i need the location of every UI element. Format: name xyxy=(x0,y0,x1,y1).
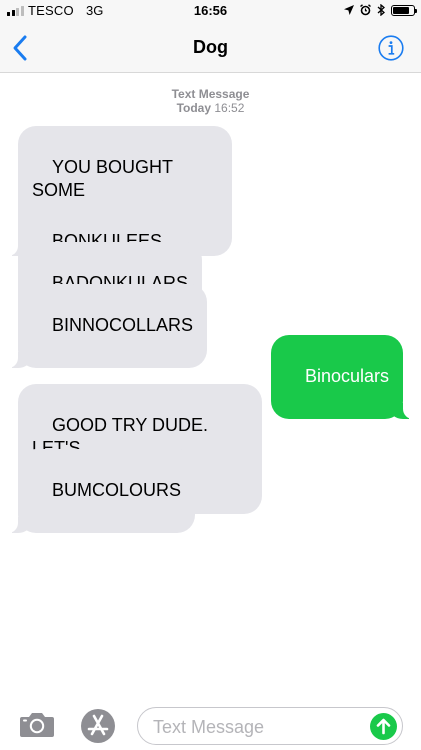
message-text: Binoculars xyxy=(304,366,389,386)
conversation-title[interactable]: Dog xyxy=(0,37,421,58)
timestamp-header: Text Message Today 16:52 xyxy=(0,87,421,115)
location-arrow-icon xyxy=(344,5,354,15)
timestamp-day: Today xyxy=(176,101,212,115)
timestamp-label: Text Message xyxy=(171,87,250,101)
info-icon[interactable] xyxy=(378,35,404,61)
message-bubble-outgoing[interactable]: Binoculars xyxy=(270,335,414,419)
message-composer xyxy=(0,700,421,750)
status-bar: TESCO 3G 16:56 xyxy=(0,0,421,22)
battery-icon xyxy=(391,4,417,16)
status-icons xyxy=(344,4,417,16)
message-bubble-incoming[interactable]: BINNOCOLLARS xyxy=(7,284,208,368)
camera-icon[interactable] xyxy=(19,709,55,739)
navigation-bar: TESCO 3G 16:56 Dog xyxy=(0,0,421,73)
message-text: BUMCOLOURS xyxy=(52,480,182,500)
message-text: BINNOCOLLARS xyxy=(52,315,194,335)
send-arrow-up-icon[interactable] xyxy=(370,713,397,740)
bluetooth-icon xyxy=(377,4,385,16)
timestamp-time: 16:52 xyxy=(214,101,245,115)
message-bubble-incoming[interactable]: BUMCOLOURS xyxy=(7,449,196,533)
app-store-icon[interactable] xyxy=(80,708,116,744)
message-input-container[interactable] xyxy=(137,707,403,745)
message-input[interactable] xyxy=(153,715,363,739)
alarm-clock-icon xyxy=(360,4,371,16)
